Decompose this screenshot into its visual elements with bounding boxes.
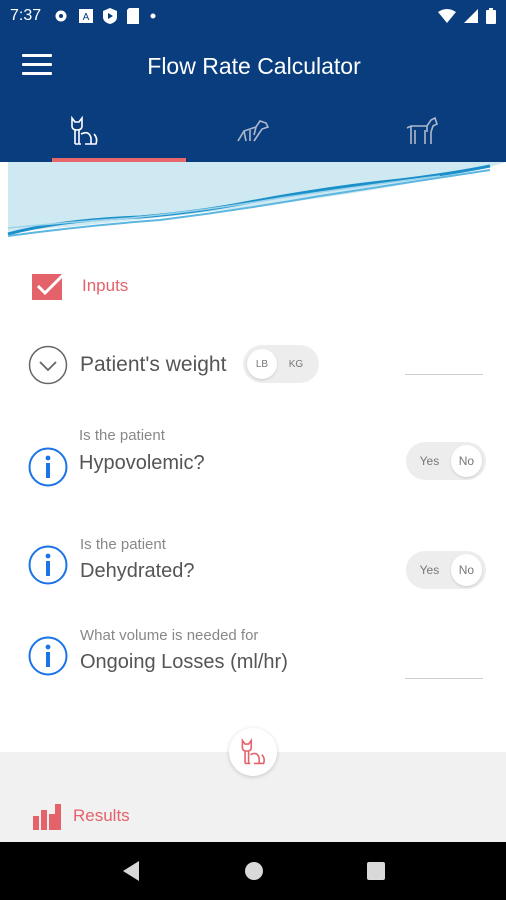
dehydrated-yes-option[interactable]: Yes bbox=[410, 563, 449, 577]
hypovolemic-toggle[interactable]: Yes No bbox=[406, 442, 486, 480]
hypovolemic-no-option[interactable]: No bbox=[450, 445, 482, 477]
wifi-icon bbox=[438, 9, 456, 23]
back-icon[interactable] bbox=[121, 860, 141, 882]
dehydrated-label: Dehydrated? bbox=[80, 560, 195, 582]
signal-icon bbox=[464, 9, 478, 23]
checkbox-icon bbox=[32, 270, 68, 300]
status-left-icons: A bbox=[53, 8, 157, 24]
inputs-section-header: Inputs bbox=[32, 270, 128, 302]
ongoing-losses-label: Ongoing Losses (ml/hr) bbox=[80, 651, 288, 673]
recents-icon[interactable] bbox=[366, 862, 385, 880]
dehydrated-prompt: Is the patient bbox=[80, 536, 166, 553]
chevron-down-icon[interactable] bbox=[28, 345, 68, 385]
info-icon[interactable] bbox=[28, 636, 68, 676]
status-time: 7:37 bbox=[10, 7, 42, 24]
app-bar: Flow Rate Calculator bbox=[0, 32, 506, 100]
horse-icon bbox=[406, 116, 438, 144]
unit-lb-option[interactable]: LB bbox=[247, 349, 277, 379]
settings-icon bbox=[55, 10, 67, 22]
tab-dog[interactable] bbox=[169, 100, 338, 162]
tab-horse[interactable] bbox=[337, 100, 506, 162]
menu-icon[interactable] bbox=[22, 54, 52, 78]
bar-chart-icon bbox=[33, 804, 61, 830]
info-icon[interactable] bbox=[28, 545, 68, 585]
svg-text:A: A bbox=[83, 12, 90, 23]
dehydrated-row: Is the patient Dehydrated? Yes No bbox=[0, 534, 506, 604]
sim-icon bbox=[127, 8, 140, 24]
info-icon[interactable] bbox=[28, 447, 68, 487]
dog-icon bbox=[237, 120, 270, 142]
status-right-icons bbox=[438, 8, 496, 24]
ongoing-losses-input[interactable] bbox=[405, 678, 483, 679]
ongoing-losses-prompt: What volume is needed for bbox=[80, 627, 259, 644]
unit-kg-option[interactable]: KG bbox=[277, 359, 315, 370]
hypovolemic-yes-option[interactable]: Yes bbox=[410, 454, 449, 468]
unit-toggle[interactable]: LB KG bbox=[243, 345, 319, 383]
cat-icon bbox=[241, 738, 265, 765]
page-title: Flow Rate Calculator bbox=[147, 52, 361, 79]
hypovolemic-prompt: Is the patient bbox=[79, 427, 165, 444]
species-tabs bbox=[0, 100, 506, 162]
wave-banner bbox=[7, 162, 506, 237]
cat-icon bbox=[71, 115, 98, 145]
ongoing-losses-row: What volume is needed for Ongoing Losses… bbox=[0, 625, 506, 685]
system-nav-bar bbox=[0, 842, 506, 900]
battery-icon bbox=[486, 8, 496, 24]
tab-cat[interactable] bbox=[0, 100, 169, 162]
inputs-label: Inputs bbox=[82, 276, 129, 295]
hypovolemic-row: Is the patient Hypovolemic? Yes No bbox=[0, 425, 506, 495]
a-icon: A bbox=[79, 9, 94, 23]
status-bar: 7:37 A bbox=[0, 0, 506, 32]
home-icon[interactable] bbox=[244, 861, 264, 881]
dehydrated-toggle[interactable]: Yes No bbox=[406, 551, 486, 589]
hypovolemic-label: Hypovolemic? bbox=[79, 452, 205, 474]
dehydrated-no-option[interactable]: No bbox=[450, 554, 482, 586]
dot-icon bbox=[150, 13, 156, 19]
weight-input[interactable] bbox=[405, 374, 483, 375]
results-label: Results bbox=[73, 806, 130, 825]
shield-play-icon bbox=[103, 8, 118, 24]
cat-fab-button[interactable] bbox=[229, 728, 277, 776]
patient-weight-label: Patient's weight bbox=[80, 353, 227, 376]
results-section-header: Results bbox=[33, 802, 130, 830]
patient-weight-row: Patient's weight LB KG bbox=[0, 345, 506, 385]
